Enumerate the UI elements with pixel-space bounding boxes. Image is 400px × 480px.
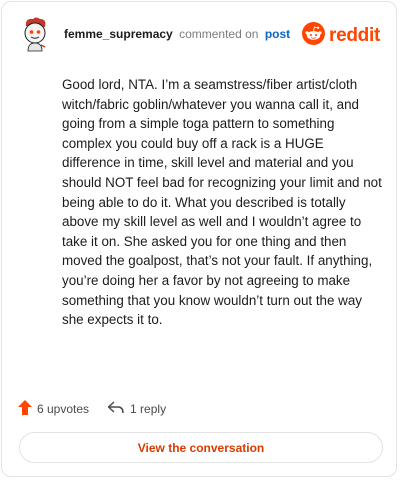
user-avatar-icon[interactable]: [20, 16, 50, 52]
action-text: commented on: [179, 27, 259, 41]
reddit-logo[interactable]: reddit: [302, 22, 380, 50]
reply-arrow-icon: [107, 400, 125, 418]
comment-footer: 6 upvotes 1 reply: [18, 400, 166, 418]
reply-count: 1 reply: [130, 402, 167, 416]
comment-card: femme_supremacy commented on post reddit: [1, 1, 397, 477]
view-conversation-button[interactable]: View the conversation: [19, 432, 383, 463]
post-link[interactable]: post: [265, 27, 290, 41]
comment-body: Good lord, NTA. I’m a seamstress/fiber a…: [62, 77, 382, 328]
upvote-arrow-icon: [18, 400, 32, 418]
reddit-snoo-icon: [302, 22, 326, 50]
username-link[interactable]: femme_supremacy: [64, 27, 173, 41]
comment-meta: femme_supremacy commented on post: [64, 27, 290, 41]
reply-button[interactable]: 1 reply: [107, 400, 167, 418]
upvote-count: 6 upvotes: [37, 402, 90, 416]
comment-header: femme_supremacy commented on post reddit: [2, 2, 396, 66]
upvote-button[interactable]: 6 upvotes: [18, 400, 89, 418]
brand-name: reddit: [329, 25, 380, 46]
